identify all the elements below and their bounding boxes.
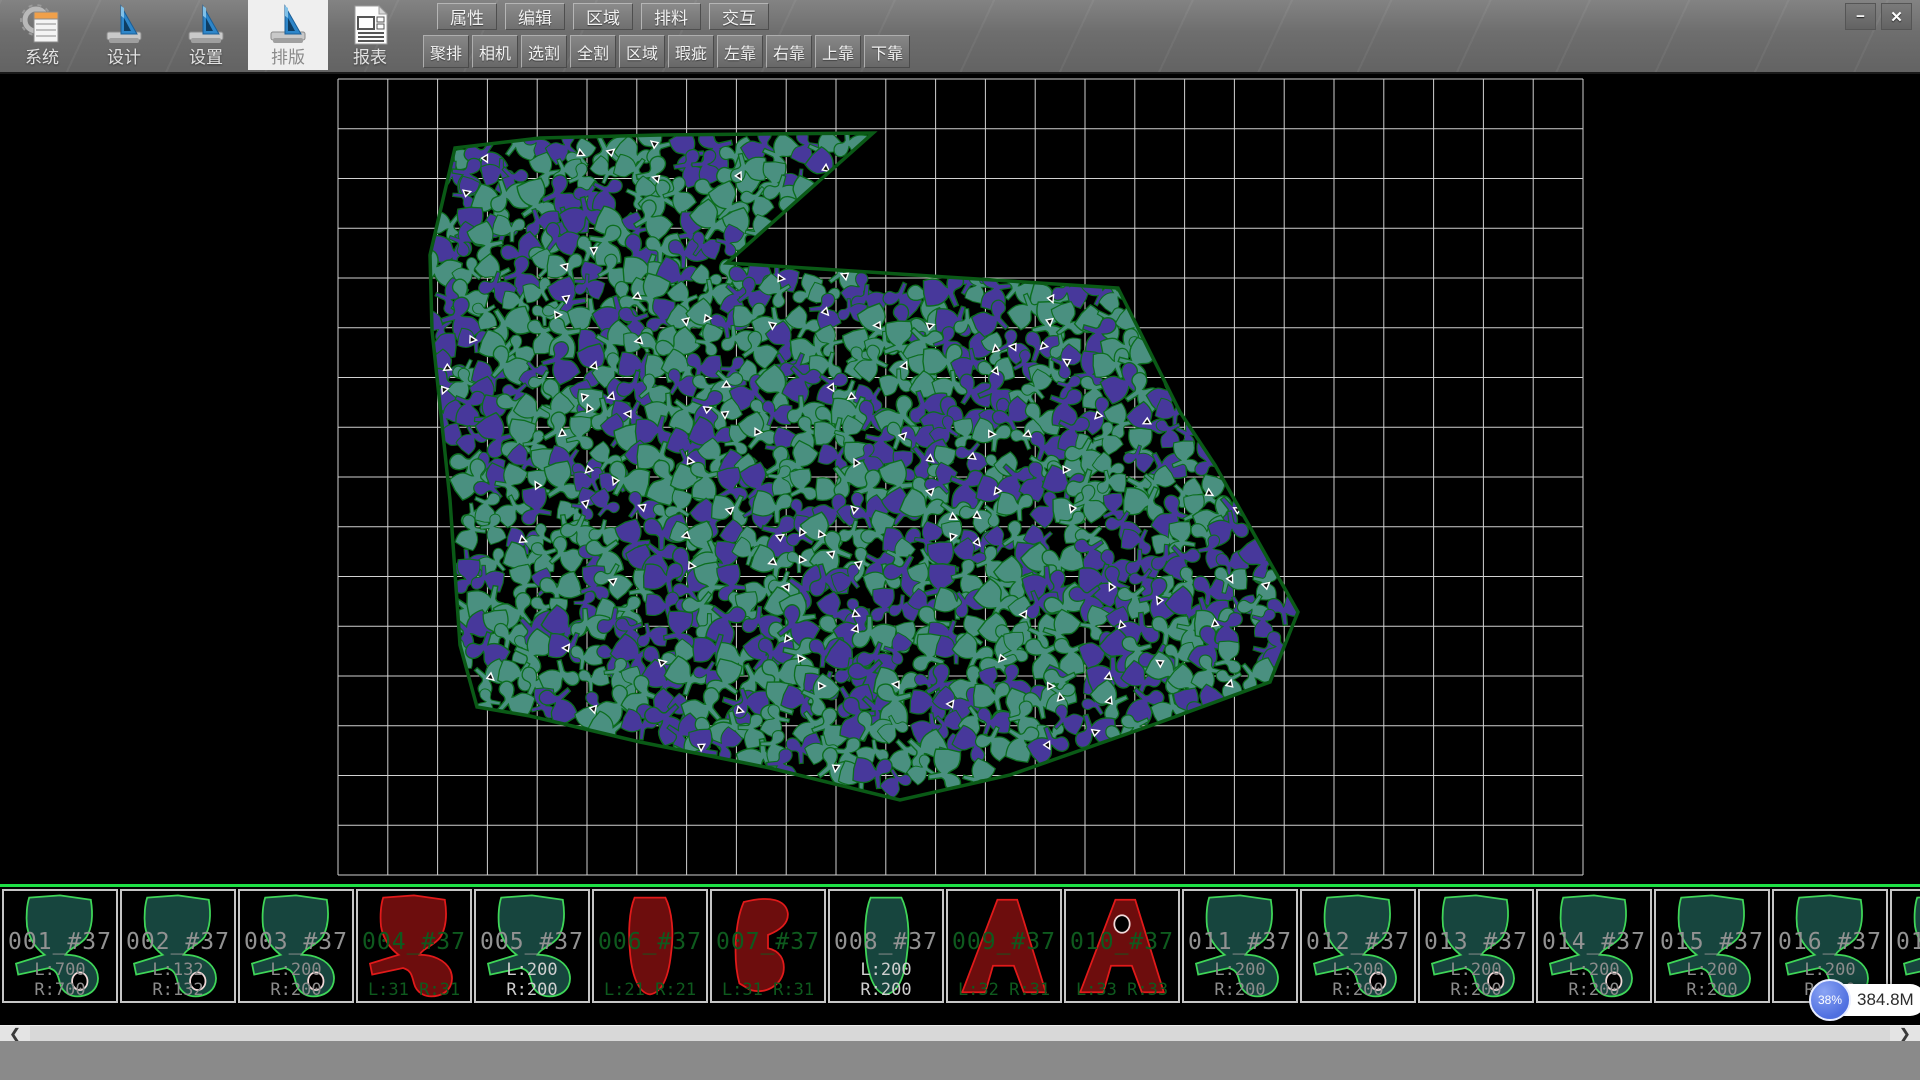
menu-tab[interactable]: 编辑 <box>505 3 565 30</box>
piece-thumbnail[interactable]: 011_#37 L:200 R:200 <box>1182 889 1298 1003</box>
piece-id-label: 007_#37 <box>712 929 824 955</box>
toolbar: 系统设计设置排版报表 属性编辑区域排料交互 聚排相机选割全割区域瑕疵左靠右靠上靠… <box>0 0 1920 74</box>
main-button-settings[interactable]: 设置 <box>166 0 246 70</box>
piece-thumbnail[interactable]: 001_#37 L:700 R:700 <box>2 889 118 1003</box>
action-button[interactable]: 右靠 <box>766 35 812 68</box>
piece-id-label: 017_#37 <box>1892 929 1920 955</box>
piece-thumbnail[interactable]: 009_#37 L:32 R:31 <box>946 889 1062 1003</box>
piece-thumbnail[interactable]: 010_#37 L:33 R:33 <box>1064 889 1180 1003</box>
app-window: 系统设计设置排版报表 属性编辑区域排料交互 聚排相机选割全割区域瑕疵左靠右靠上靠… <box>0 0 1920 1080</box>
piece-id-label: 015_#37 <box>1656 929 1768 955</box>
action-button[interactable]: 瑕疵 <box>668 35 714 68</box>
menu-tab[interactable]: 属性 <box>437 3 497 30</box>
piece-id-label: 009_#37 <box>948 929 1060 955</box>
piece-lr-count: L:21 R:21 <box>594 980 706 1000</box>
piece-thumbnail[interactable]: 003_#37 L:200 R:200 <box>238 889 354 1003</box>
nesting-canvas[interactable] <box>0 72 1920 884</box>
piece-lr-count: L:33 R:33 <box>1066 980 1178 1000</box>
action-button[interactable]: 左靠 <box>717 35 763 68</box>
piece-lr-count: L:200 R:200 <box>1302 960 1414 1000</box>
scroll-left-arrow[interactable]: ❮ <box>0 1026 30 1042</box>
piece-lr-count: L:31 R:31 <box>712 980 824 1000</box>
progress-ball[interactable]: 38% <box>1809 979 1851 1021</box>
action-button[interactable]: 区域 <box>619 35 665 68</box>
strip-separator-line <box>0 884 1920 887</box>
piece-id-label: 005_#37 <box>476 929 588 955</box>
action-button[interactable]: 上靠 <box>815 35 861 68</box>
memory-value: 384.8M <box>1857 990 1914 1010</box>
menu-tab[interactable]: 交互 <box>709 3 769 30</box>
minimize-button[interactable]: − <box>1845 3 1876 30</box>
piece-id-label: 001_#37 <box>4 929 116 955</box>
main-button-report[interactable]: 报表 <box>330 0 410 70</box>
main-button-design[interactable]: 设计 <box>84 0 164 70</box>
main-button-label: 报表 <box>353 48 387 68</box>
main-button-label: 设计 <box>107 48 141 68</box>
piece-id-label: 014_#37 <box>1538 929 1650 955</box>
main-button-label: 设置 <box>189 48 223 68</box>
piece-thumbnail[interactable]: 007_#37 L:31 R:31 <box>710 889 826 1003</box>
piece-id-label: 006_#37 <box>594 929 706 955</box>
piece-lr-count: L:700 R:700 <box>4 960 116 1000</box>
pieces-strip: 001_#37 L:700 R:700002_#37 L:132 R:132003_… <box>0 884 1920 1005</box>
main-button-label: 排版 <box>271 48 305 68</box>
main-button-label: 系统 <box>25 48 59 68</box>
system-icon <box>19 2 65 48</box>
piece-thumbnail[interactable]: 012_#37 L:200 R:200 <box>1300 889 1416 1003</box>
piece-thumbnail[interactable]: 005_#37 L:200 R:200 <box>474 889 590 1003</box>
piece-thumbnail[interactable]: 014_#37 L:200 R:200 <box>1536 889 1652 1003</box>
close-button[interactable]: ✕ <box>1881 3 1912 30</box>
action-button[interactable]: 全割 <box>570 35 616 68</box>
piece-lr-count: L:200 R:200 <box>240 960 352 1000</box>
action-button[interactable]: 选割 <box>521 35 567 68</box>
action-button-row: 聚排相机选割全割区域瑕疵左靠右靠上靠下靠 <box>423 35 910 68</box>
piece-id-label: 012_#37 <box>1302 929 1414 955</box>
piece-id-label: 010_#37 <box>1066 929 1178 955</box>
design-icon <box>101 2 147 48</box>
main-button-layout[interactable]: 排版 <box>248 0 328 70</box>
nest-drawing <box>0 72 1920 884</box>
piece-id-label: 004_#37 <box>358 929 470 955</box>
window-controls: − ✕ <box>1845 3 1912 30</box>
piece-lr-count: L:31 R:31 <box>358 980 470 1000</box>
action-button[interactable]: 聚排 <box>423 35 469 68</box>
piece-id-label: 003_#37 <box>240 929 352 955</box>
piece-lr-count: L:200 R:200 <box>1184 960 1296 1000</box>
menu-tab-row: 属性编辑区域排料交互 <box>437 3 769 30</box>
piece-id-label: 016_#37 <box>1774 929 1886 955</box>
piece-thumbnail[interactable]: 015_#37 L:200 R:200 <box>1654 889 1770 1003</box>
piece-lr-count: L:200 R:200 <box>1538 960 1650 1000</box>
piece-thumbnail[interactable]: 002_#37 L:132 R:132 <box>120 889 236 1003</box>
nested-pieces <box>414 121 1310 801</box>
menu-tab[interactable]: 区域 <box>573 3 633 30</box>
memory-badge[interactable]: 38% 384.8M <box>1811 984 1920 1016</box>
main-button-system[interactable]: 系统 <box>2 0 82 70</box>
action-button[interactable]: 相机 <box>472 35 518 68</box>
piece-lr-count: L:200 R:200 <box>476 960 588 1000</box>
layout-icon <box>265 2 311 48</box>
piece-lr-count: L:200 R:200 <box>1656 960 1768 1000</box>
piece-thumbnail[interactable]: 004_#37 L:31 R:31 <box>356 889 472 1003</box>
piece-id-label: 013_#37 <box>1420 929 1532 955</box>
piece-lr-count: L:200 R:200 <box>1420 960 1532 1000</box>
report-icon <box>347 2 393 48</box>
action-button[interactable]: 下靠 <box>864 35 910 68</box>
menu-tab[interactable]: 排料 <box>641 3 701 30</box>
piece-id-label: 011_#37 <box>1184 929 1296 955</box>
piece-lr-count: L:32 R:31 <box>948 980 1060 1000</box>
horizontal-scrollbar[interactable]: ❮ ❯ <box>0 1025 1920 1041</box>
piece-thumbnail[interactable]: 006_#37 L:21 R:21 <box>592 889 708 1003</box>
piece-id-label: 008_#37 <box>830 929 942 955</box>
scroll-right-arrow[interactable]: ❯ <box>1890 1026 1920 1042</box>
piece-id-label: 002_#37 <box>122 929 234 955</box>
piece-lr-count: L:132 R:132 <box>122 960 234 1000</box>
status-bar <box>0 1041 1920 1080</box>
piece-thumbnail[interactable]: 008_#37 L:200 R:200 <box>828 889 944 1003</box>
settings-icon <box>183 2 229 48</box>
piece-thumbnail[interactable]: 013_#37 L:200 R:200 <box>1418 889 1534 1003</box>
piece-lr-count: L:200 R:200 <box>830 960 942 1000</box>
